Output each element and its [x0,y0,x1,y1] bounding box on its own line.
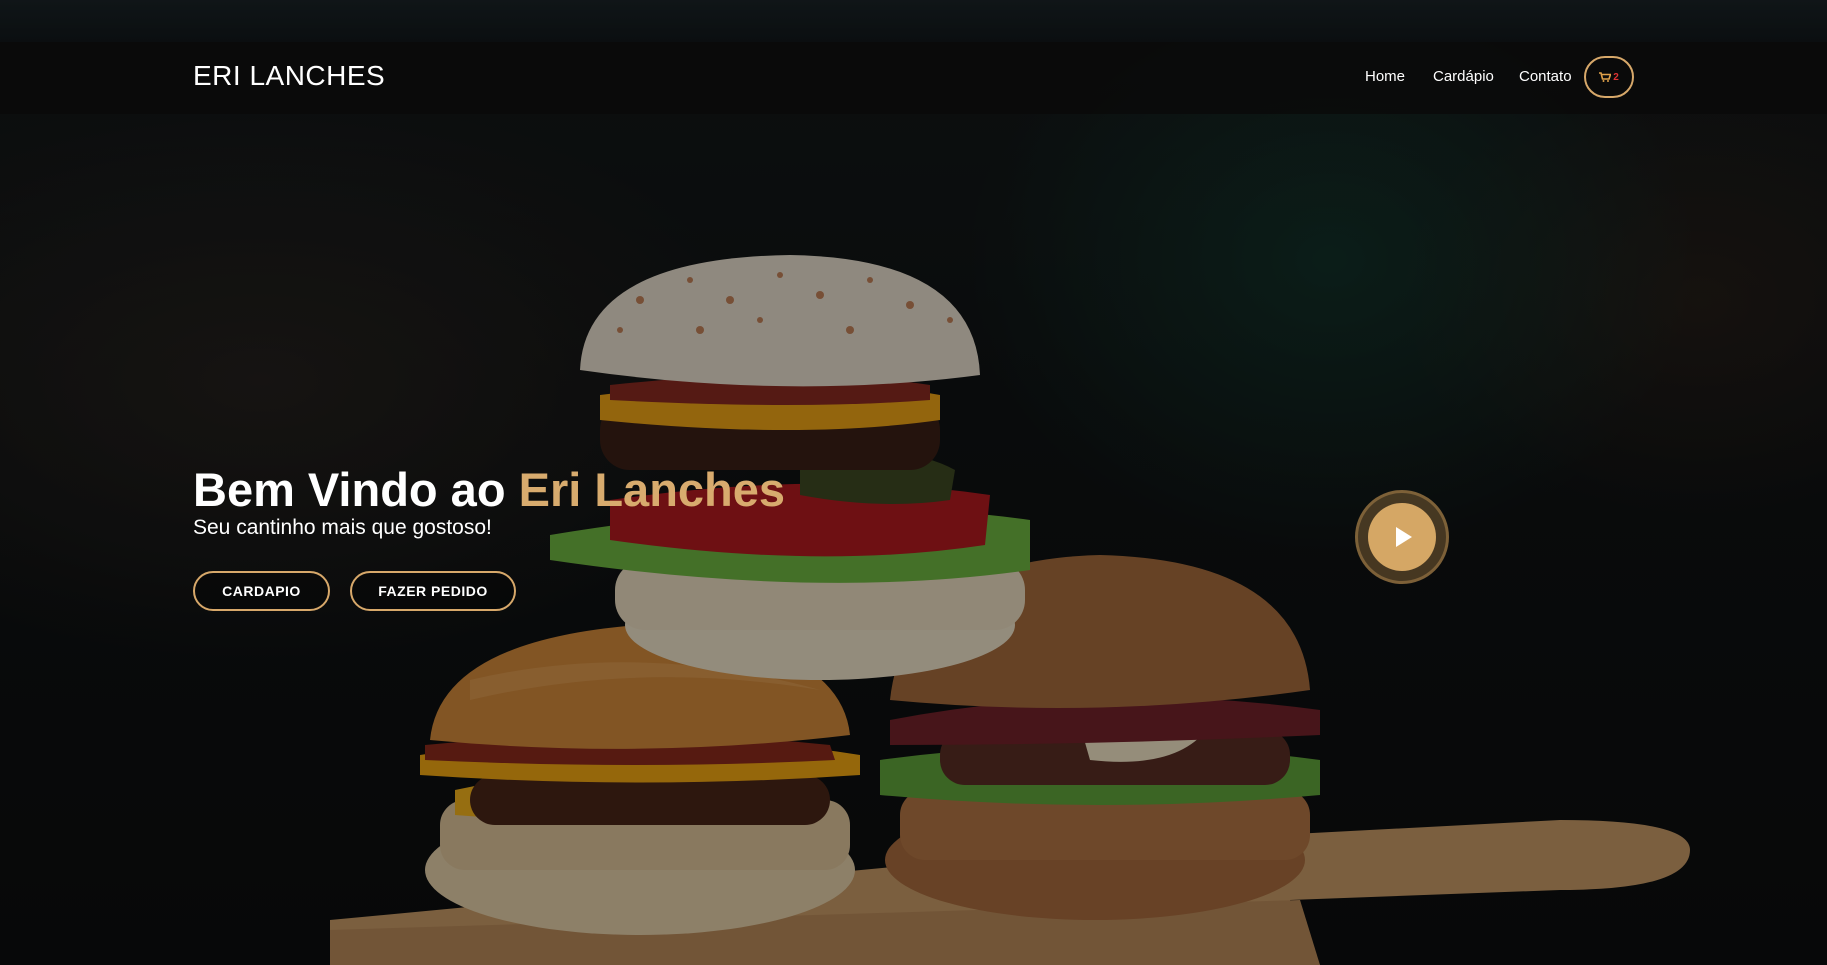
cardapio-button[interactable]: CARDAPIO [193,571,330,611]
hero-subtitle: Seu cantinho mais que gostoso! [193,516,492,539]
play-icon [1396,527,1412,547]
navbar: ERI LANCHES Home Cardápio Contato 2 [0,42,1827,114]
brand-logo[interactable]: ERI LANCHES [193,60,385,92]
play-video-button[interactable] [1355,490,1449,584]
cart-button[interactable]: 2 [1584,56,1634,98]
hero-title-prefix: Bem Vindo ao [193,463,519,516]
cart-count-badge: 2 [1613,71,1619,83]
hero-title-accent: Eri Lanches [518,463,786,516]
nav-cardapio-link[interactable]: Cardápio [1433,68,1494,85]
play-button-inner [1368,503,1436,571]
fazer-pedido-button[interactable]: FAZER PEDIDO [350,571,516,611]
cart-icon [1599,72,1612,82]
nav-home-link[interactable]: Home [1365,68,1405,85]
hero-title: Bem Vindo ao Eri Lanches [193,462,785,517]
hero-page: ERI LANCHES Home Cardápio Contato 2 Bem … [0,0,1827,965]
nav-contato-link[interactable]: Contato [1519,68,1572,85]
